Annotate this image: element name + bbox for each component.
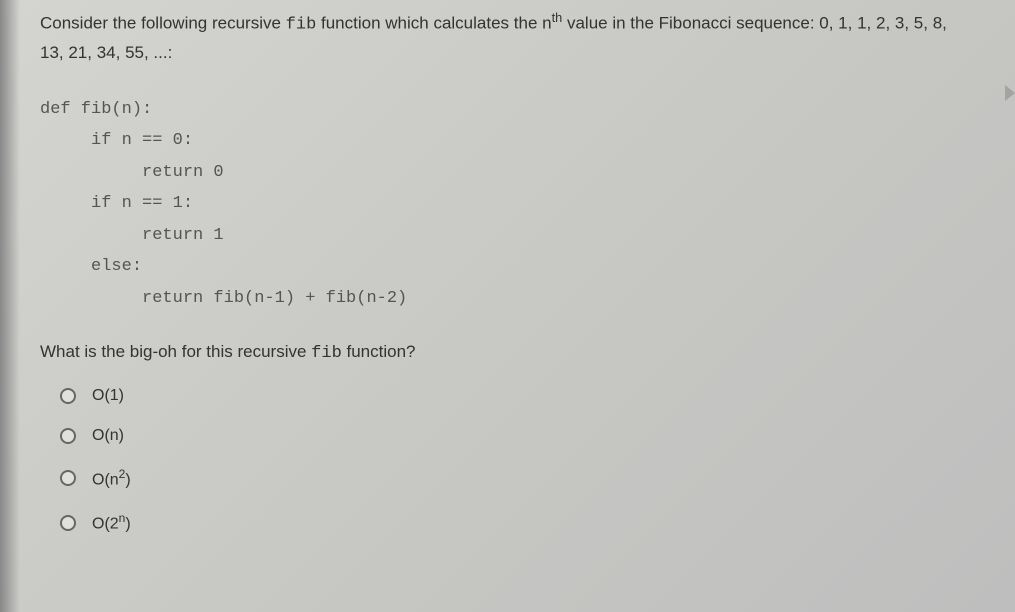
option-label-1: O(1) xyxy=(92,387,124,405)
intro-text-1: Consider the following recursive xyxy=(40,14,286,33)
intro-code-1: fib xyxy=(286,16,317,35)
option-label-2: O(n) xyxy=(92,427,124,445)
option-3[interactable]: O(n2) xyxy=(60,467,975,489)
option-1[interactable]: O(1) xyxy=(60,387,975,405)
options-list: O(1) O(n) O(n2) O(2n) xyxy=(40,387,975,534)
subq-code-1: fib xyxy=(311,344,342,363)
radio-icon[interactable] xyxy=(60,515,76,531)
subq-text-2: function? xyxy=(342,342,416,361)
radio-icon[interactable] xyxy=(60,428,76,444)
code-block: def fib(n): if n == 0: return 0 if n == … xyxy=(40,94,975,314)
option-label-4: O(2n) xyxy=(92,511,131,533)
option-4[interactable]: O(2n) xyxy=(60,511,975,533)
subq-text-1: What is the big-oh for this recursive xyxy=(40,342,311,361)
radio-icon[interactable] xyxy=(60,388,76,404)
question-intro: Consider the following recursive fib fun… xyxy=(40,8,975,66)
intro-text-2: function which calculates the n xyxy=(316,14,551,33)
sub-question: What is the big-oh for this recursive fi… xyxy=(40,342,975,363)
radio-icon[interactable] xyxy=(60,470,76,486)
cursor-icon xyxy=(1005,85,1015,101)
intro-sup: th xyxy=(552,10,563,25)
option-label-3: O(n2) xyxy=(92,467,131,489)
option-2[interactable]: O(n) xyxy=(60,427,975,445)
